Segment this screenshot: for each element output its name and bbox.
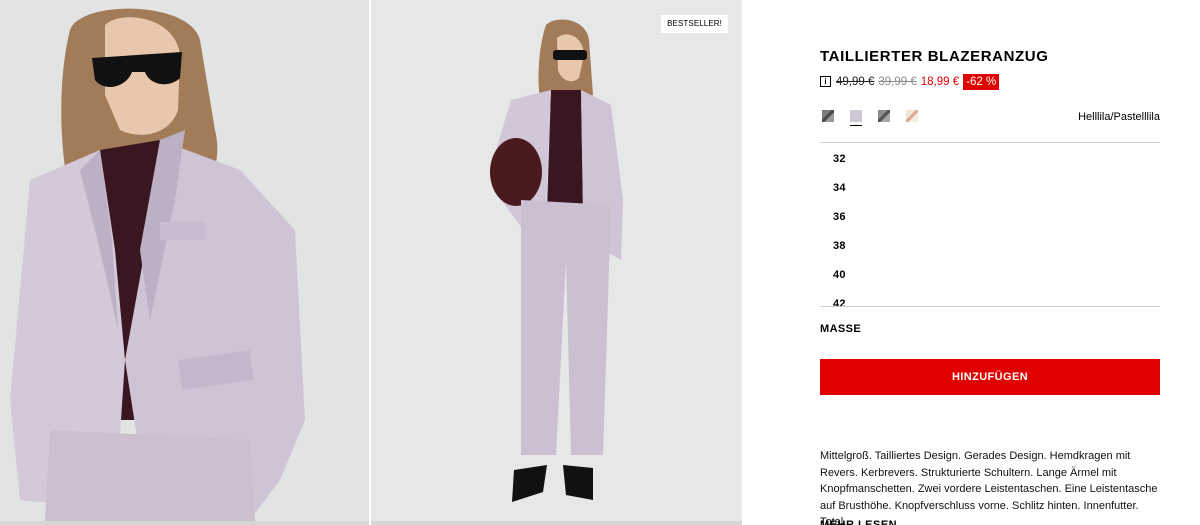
gallery-strip [0, 521, 369, 525]
model-closeup-illustration [0, 0, 369, 521]
color-swatch[interactable] [906, 110, 918, 122]
product-description: Mittelgroß. Tailliertes Design. Gerades … [820, 450, 1158, 525]
size-list[interactable]: 32 34 36 38 40 42 [820, 142, 1160, 307]
measurements-link[interactable]: MASSE [820, 323, 861, 335]
size-option[interactable]: 36 [833, 211, 846, 223]
color-swatch-selected[interactable] [850, 110, 862, 122]
size-option[interactable]: 32 [833, 153, 846, 165]
product-title: TAILLIERTER BLAZERANZUG [820, 48, 1049, 65]
previous-price: 39,99 € [878, 75, 917, 88]
selected-swatch-indicator [850, 125, 862, 126]
model-fullbody-illustration [371, 0, 742, 521]
selected-color-name: Helllila/Pastelllila [1078, 111, 1160, 123]
size-option[interactable]: 38 [833, 240, 846, 252]
size-option[interactable]: 40 [833, 269, 846, 281]
info-icon[interactable]: i [820, 76, 831, 87]
discount-badge: -62 % [963, 73, 1000, 90]
price-row: i 49,99 € 39,99 € 18,99 € -62 % [820, 73, 1000, 90]
color-selector: Helllila/Pastelllila [820, 108, 1160, 130]
original-price: 49,99 € [836, 75, 875, 88]
gallery-strip [371, 521, 742, 525]
read-more-link[interactable]: MEHR LESEN [820, 518, 897, 525]
product-image-closeup[interactable] [0, 0, 369, 521]
current-price: 18,99 € [920, 75, 960, 88]
size-option[interactable]: 34 [833, 182, 846, 194]
color-swatch[interactable] [878, 110, 890, 122]
size-option[interactable]: 42 [833, 298, 846, 306]
product-image-fullbody[interactable]: BESTSELLER! [371, 0, 742, 521]
color-swatch[interactable] [822, 110, 834, 122]
bestseller-badge: BESTSELLER! [661, 15, 728, 33]
product-panel: TAILLIERTER BLAZERANZUG i 49,99 € 39,99 … [820, 0, 1160, 525]
add-to-cart-button[interactable]: HINZUFÜGEN [820, 359, 1160, 395]
